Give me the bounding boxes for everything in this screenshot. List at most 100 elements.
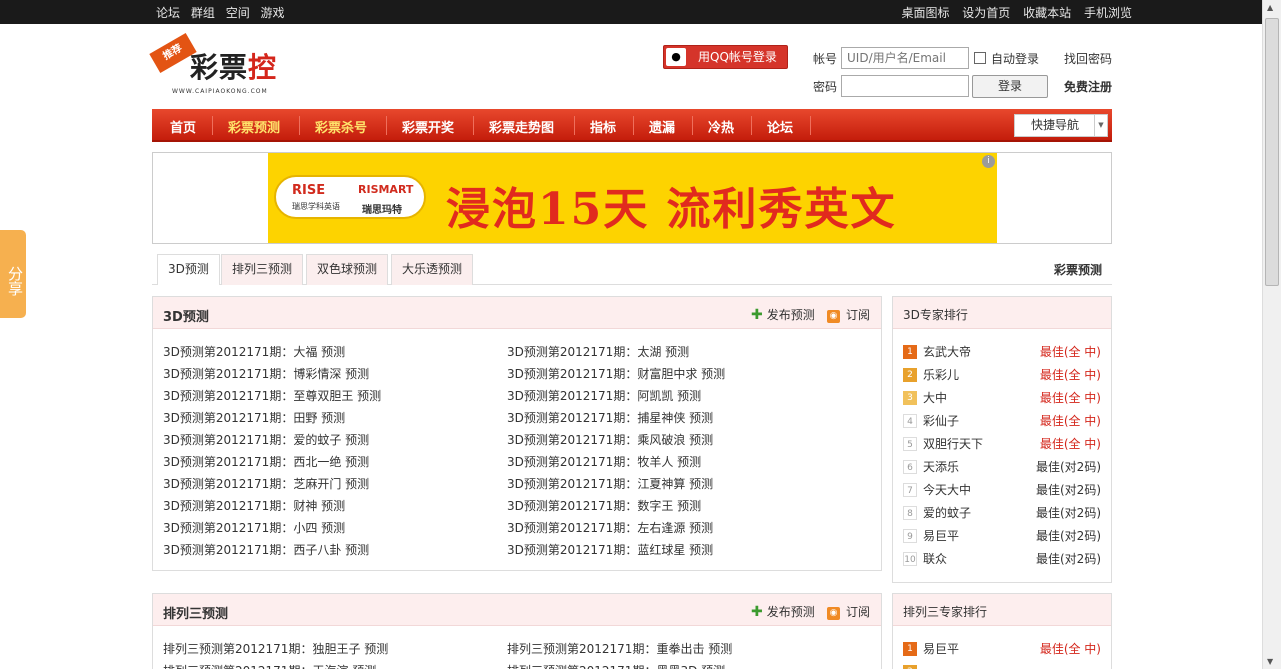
prediction-link[interactable]: 3D预测第2012171期：阿凯凯 预测 xyxy=(507,387,701,404)
expert-name-link[interactable]: 易巨平 xyxy=(923,527,959,544)
ranking-row: 7 今天大中 最佳(对2码) xyxy=(903,480,1101,500)
top-link-bookmark[interactable]: 收藏本站 xyxy=(1023,6,1071,20)
register-link[interactable]: 免费注册 xyxy=(1064,78,1112,95)
quick-nav-dropdown[interactable]: 快捷导航 ▼ xyxy=(1014,114,1108,137)
tab-shuangseqiu[interactable]: 双色球预测 xyxy=(306,254,389,285)
top-link-set-homepage[interactable]: 设为首页 xyxy=(962,6,1010,20)
top-link-desktop-icon[interactable]: 桌面图标 xyxy=(901,6,949,20)
nav-home[interactable]: 首页 xyxy=(170,117,196,136)
nav-omission[interactable]: 遗漏 xyxy=(649,117,675,136)
prediction-link[interactable]: 3D预测第2012171期：博彩情深 预测 xyxy=(163,365,369,382)
prediction-link[interactable]: 3D预测第2012171期：乘风破浪 预测 xyxy=(507,431,713,448)
tab-pailie3[interactable]: 排列三预测 xyxy=(221,254,304,285)
qq-penguin-icon: ● xyxy=(666,48,686,66)
prediction-link[interactable]: 3D预测第2012171期：西子八卦 预测 xyxy=(163,541,369,558)
prediction-link[interactable]: 排列三预测第2012171期：重拳出击 预测 xyxy=(507,640,732,657)
prediction-link[interactable]: 3D预测第2012171期：数字王 预测 xyxy=(507,497,701,514)
prediction-link[interactable]: 3D预测第2012171期：芝麻开门 预测 xyxy=(163,475,369,492)
ranking-row: 8 爱的蚊子 最佳(对2码) xyxy=(903,503,1101,523)
expert-name-link[interactable]: 玄武大帝 xyxy=(923,343,971,360)
nav-forum[interactable]: 论坛 xyxy=(767,117,793,136)
prediction-link[interactable]: 3D预测第2012171期：蓝红球星 预测 xyxy=(507,541,713,558)
prediction-link[interactable]: 3D预测第2012171期：太湖 预测 xyxy=(507,343,689,360)
prediction-link[interactable]: 3D预测第2012171期：大福 预测 xyxy=(163,343,345,360)
expert-name-link[interactable]: 易巨平 xyxy=(923,640,959,657)
top-bar-left-links: 论坛 群组 空间 游戏 xyxy=(156,4,292,21)
subscribe-link[interactable]: ◉ 订阅 xyxy=(827,306,870,323)
prediction-link[interactable]: 排列三预测第2012171期：天海演 预测 xyxy=(163,662,376,669)
prediction-link[interactable]: 3D预测第2012171期：小四 预测 xyxy=(163,519,345,536)
share-tab[interactable]: 分享 xyxy=(0,230,26,318)
nav-indicators[interactable]: 指标 xyxy=(590,117,616,136)
prediction-link[interactable]: 3D预测第2012171期：至尊双胆王 预测 xyxy=(163,387,381,404)
nav-lottery-draw[interactable]: 彩票开奖 xyxy=(402,117,454,136)
chevron-down-icon: ▼ xyxy=(1094,115,1107,136)
rank-number: 8 xyxy=(903,506,917,520)
auto-login-label[interactable]: 自动登录 xyxy=(991,50,1039,67)
site-logo[interactable]: 推荐 彩票控 WWW.CAIPIAOKONG.COM xyxy=(149,32,282,100)
ranking-row: 4 彩仙子 最佳(全 中) xyxy=(903,411,1101,431)
prediction-link[interactable]: 3D预测第2012171期：财神 预测 xyxy=(163,497,345,514)
expert-name-link[interactable]: 乐彩儿 xyxy=(923,366,959,383)
panel-3d-ranking: 3D专家排行 1 玄武大帝 最佳(全 中) 2 乐彩儿 最佳(全 中) 3 大中 最佳(全 中)… xyxy=(892,296,1112,583)
top-link-games[interactable]: 游戏 xyxy=(261,6,285,20)
panel-title: 排列三预测 xyxy=(163,607,229,622)
tab-3d[interactable]: 3D预测 xyxy=(157,254,220,285)
find-password-link[interactable]: 找回密码 xyxy=(1064,50,1112,67)
top-link-space[interactable]: 空间 xyxy=(226,6,250,20)
expert-name-link[interactable]: 爱的蚊子 xyxy=(923,504,971,521)
scroll-down-icon[interactable]: ▼ xyxy=(1267,657,1273,666)
prediction-link[interactable]: 3D预测第2012171期：牧羊人 预测 xyxy=(507,453,701,470)
prediction-link[interactable]: 3D预测第2012171期：左右逢源 预测 xyxy=(507,519,713,536)
expert-score: 最佳(全 中) xyxy=(1039,642,1101,656)
expert-name-link[interactable]: 大中 xyxy=(923,389,947,406)
expert-name-link[interactable]: 彩仙子 xyxy=(923,412,959,429)
prediction-link[interactable]: 3D预测第2012171期：爱的蚊子 预测 xyxy=(163,431,369,448)
scrollbar-thumb[interactable] xyxy=(1265,18,1279,286)
top-link-groups[interactable]: 群组 xyxy=(191,6,215,20)
expert-name-link[interactable]: 联众 xyxy=(923,550,947,567)
banner-ad[interactable]: RISE RISMART 瑞思学科英语 瑞思玛特 浸泡15天 流利秀英文 i xyxy=(268,153,997,243)
panel-p3-predictions: 排列三预测 ✚ 发布预测 ◉ 订阅 排列三预测第2012171期：独胆王子 预测排列… xyxy=(152,593,882,669)
expert-name-link[interactable]: 双胆行天下 xyxy=(923,435,983,452)
prediction-link[interactable]: 3D预测第2012171期：江夏神算 预测 xyxy=(507,475,713,492)
nav-lottery-kill[interactable]: 彩票杀号 xyxy=(315,117,367,136)
account-label: 帐号 xyxy=(813,52,838,66)
top-link-forum[interactable]: 论坛 xyxy=(156,6,180,20)
prediction-link[interactable]: 3D预测第2012171期：西北一绝 预测 xyxy=(163,453,369,470)
auto-login-checkbox[interactable] xyxy=(974,52,986,64)
prediction-link[interactable]: 3D预测第2012171期：田野 预测 xyxy=(163,409,345,426)
rank-number: 4 xyxy=(903,414,917,428)
nav-hot-cold[interactable]: 冷热 xyxy=(708,117,734,136)
expert-score: 最佳(全 中) xyxy=(1039,414,1101,428)
prediction-link[interactable]: 3D预测第2012171期：捕星神侠 预测 xyxy=(507,409,713,426)
vertical-scrollbar[interactable]: ▲ ▼ xyxy=(1262,0,1281,669)
nav-trend-chart[interactable]: 彩票走势图 xyxy=(489,117,554,136)
password-input[interactable] xyxy=(841,75,969,97)
qq-login-button[interactable]: ● 用QQ帐号登录 xyxy=(663,45,788,69)
expert-name-link[interactable]: 今天大中 xyxy=(923,481,971,498)
rss-icon: ◉ xyxy=(827,310,840,323)
prediction-link[interactable]: 排列三预测第2012171期：独胆王子 预测 xyxy=(163,640,388,657)
prediction-link[interactable]: 3D预测第2012171期：财富胆中求 预测 xyxy=(507,365,725,382)
nav-lottery-prediction[interactable]: 彩票预测 xyxy=(228,117,280,136)
expert-name-link[interactable]: 天添乐 xyxy=(923,458,959,475)
rank-number: 1 xyxy=(903,642,917,656)
ranking-title: 排列三专家排行 xyxy=(903,605,988,619)
ad-info-icon[interactable]: i xyxy=(982,155,995,168)
prediction-link[interactable]: 排列三预测第2012171期：黑黑3D 预测 xyxy=(507,662,725,669)
tab-daletou[interactable]: 大乐透预测 xyxy=(391,254,474,285)
publish-prediction-link[interactable]: ✚ 发布预测 xyxy=(751,306,815,323)
top-link-mobile[interactable]: 手机浏览 xyxy=(1084,6,1132,20)
ranking-row: 9 易巨平 最佳(对2码) xyxy=(903,526,1101,546)
publish-prediction-link[interactable]: ✚ 发布预测 xyxy=(751,603,815,620)
tabs-section-title: 彩票预测 xyxy=(1054,263,1103,277)
expert-score: 最佳(对2码) xyxy=(1036,529,1101,543)
rank-number: 5 xyxy=(903,437,917,451)
scroll-up-icon[interactable]: ▲ xyxy=(1267,3,1273,12)
subscribe-link[interactable]: ◉ 订阅 xyxy=(827,603,870,620)
login-button[interactable]: 登录 xyxy=(972,75,1048,98)
expert-score: 最佳(全 中) xyxy=(1039,368,1101,382)
expert-score: 最佳(全 中) xyxy=(1039,391,1101,405)
account-input[interactable] xyxy=(841,47,969,69)
